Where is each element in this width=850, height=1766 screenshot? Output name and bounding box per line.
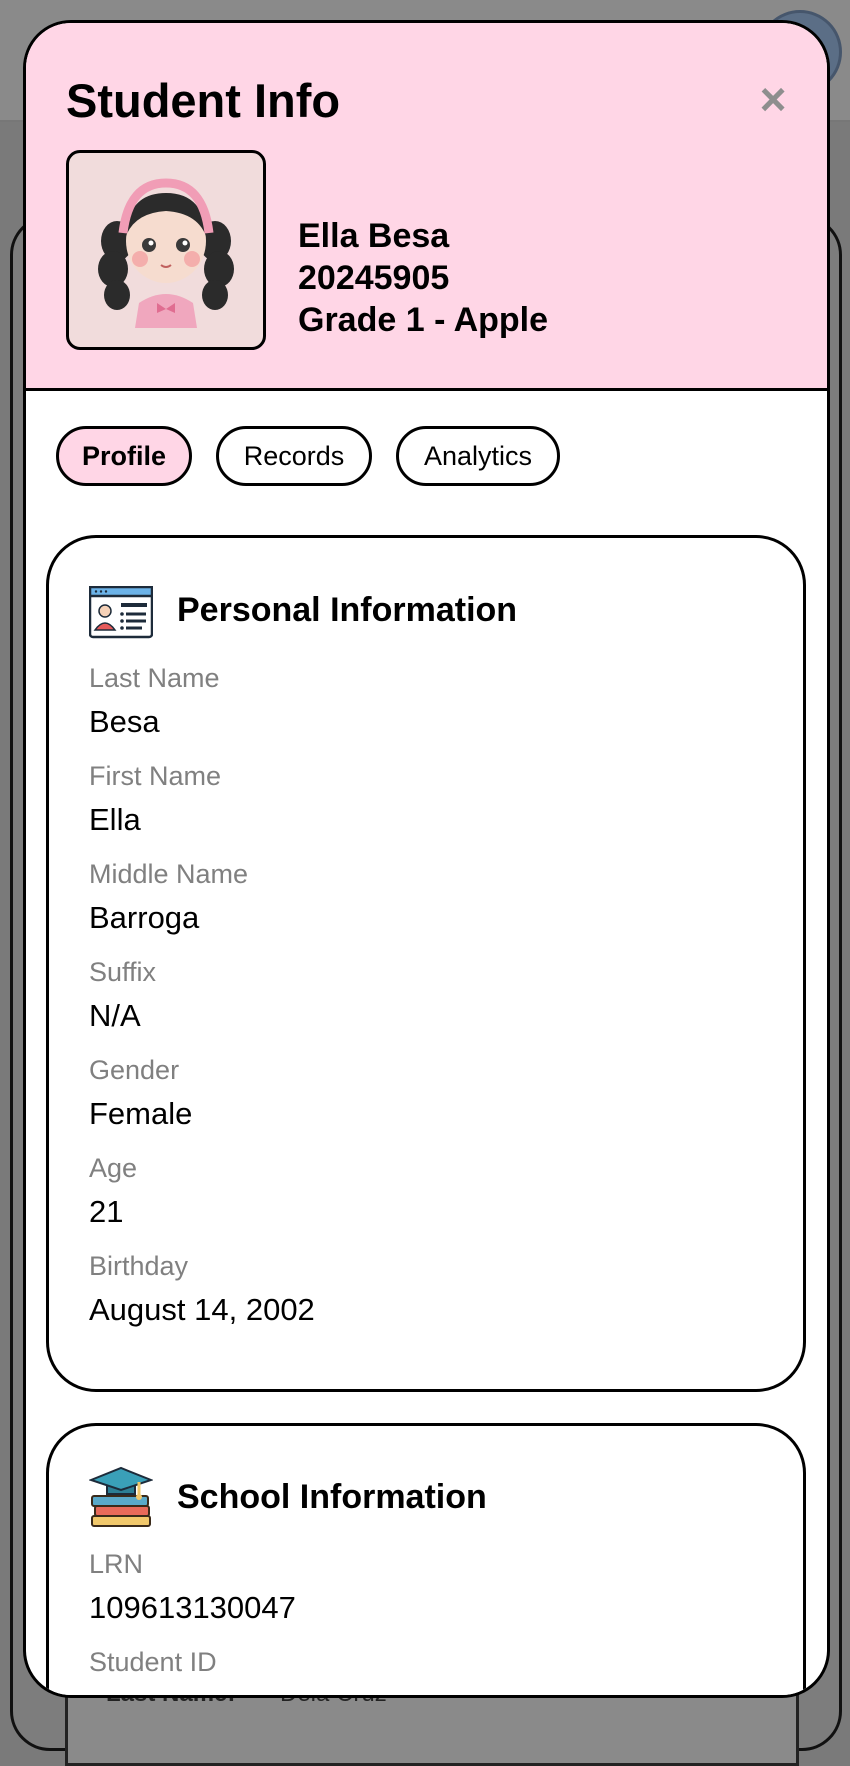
student-name: Ella Besa xyxy=(298,217,450,255)
gender-label: Gender xyxy=(89,1055,180,1085)
books-graduation-cap-icon xyxy=(88,1464,154,1528)
student-avatar xyxy=(66,150,266,350)
close-icon[interactable]: × xyxy=(753,76,793,122)
modal-header: Student Info × Ella Besa 20245905 Grade … xyxy=(26,23,827,391)
tab-profile[interactable]: Profile xyxy=(56,426,192,486)
id-card-icon xyxy=(88,585,154,650)
tab-records[interactable]: Records xyxy=(216,426,372,486)
age-label: Age xyxy=(89,1153,138,1183)
age-value: 21 xyxy=(89,1194,124,1229)
birthday-value: August 14, 2002 xyxy=(89,1292,315,1327)
middle-name-value: Barroga xyxy=(89,900,200,935)
lrn-value: 109613130047 xyxy=(89,1590,296,1625)
personal-information-card: Personal Information Last Name Besa Firs… xyxy=(46,535,806,1392)
student-number: 20245905 xyxy=(298,259,450,297)
student-info-modal: Student Info × Ella Besa 20245905 Grade … xyxy=(23,20,830,1698)
last-name-label: Last Name xyxy=(89,663,220,693)
suffix-label: Suffix xyxy=(89,957,157,987)
tab-analytics[interactable]: Analytics xyxy=(396,426,560,486)
student-section: Grade 1 - Apple xyxy=(298,301,549,339)
student-id-label: Student ID xyxy=(89,1647,217,1677)
school-information-title: School Information xyxy=(177,1478,487,1516)
last-name-value: Besa xyxy=(89,704,160,739)
student-summary: Ella Besa 20245905 Grade 1 - Apple xyxy=(298,215,548,341)
personal-information-title: Personal Information xyxy=(177,591,518,629)
modal-title: Student Info xyxy=(66,74,341,127)
suffix-value: N/A xyxy=(89,998,141,1033)
school-information-card: School Information LRN 109613130047 Stud… xyxy=(46,1423,806,1695)
lrn-label: LRN xyxy=(89,1549,144,1579)
gender-value: Female xyxy=(89,1096,193,1131)
first-name-value: Ella xyxy=(89,802,141,837)
first-name-label: First Name xyxy=(89,761,222,791)
middle-name-label: Middle Name xyxy=(89,859,249,889)
birthday-label: Birthday xyxy=(89,1251,189,1281)
